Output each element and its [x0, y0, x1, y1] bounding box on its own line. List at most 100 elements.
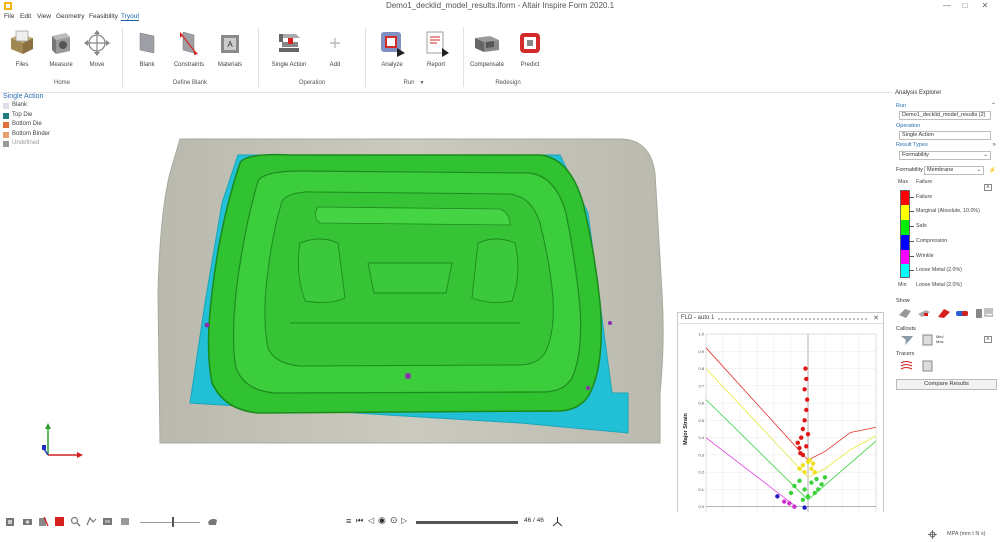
- animation-settings-icon[interactable]: [552, 516, 563, 527]
- ribbon: Files Measure Move Blank Constraints A M…: [0, 23, 1000, 93]
- callouts-label: Callouts: [896, 326, 916, 332]
- legend-options-icon[interactable]: ≡: [984, 184, 992, 191]
- show-blank-icon[interactable]: [976, 309, 982, 318]
- fld-strain-point: [822, 475, 828, 480]
- maximize-button[interactable]: □: [958, 1, 972, 10]
- run-field[interactable]: Demo1_decklid_model_results (2): [899, 111, 991, 120]
- ribbon-separator: [463, 27, 464, 87]
- materials-icon: A: [221, 35, 239, 53]
- show-part-icon[interactable]: [899, 309, 911, 318]
- menu-geometry[interactable]: Geometry: [56, 13, 85, 20]
- run-dropdown-icon[interactable]: ▼: [418, 80, 426, 86]
- svg-text:A: A: [227, 40, 233, 49]
- move-label: Move: [89, 62, 105, 68]
- part-pocket-left: [297, 238, 346, 303]
- measure-tool-icon[interactable]: [102, 516, 113, 527]
- legend-max-label: Max: [898, 179, 909, 185]
- minimize-button[interactable]: —: [940, 1, 954, 10]
- fld-strain-point: [805, 494, 811, 499]
- zoom-icon[interactable]: [70, 516, 81, 527]
- part-legend-item[interactable]: Bottom Die: [3, 121, 50, 131]
- menu-feasibility[interactable]: Feasibility: [89, 13, 118, 20]
- step-back-icon[interactable]: ◁: [368, 516, 374, 525]
- fld-y-tick-label: 0.0: [698, 504, 704, 509]
- skip-start-icon[interactable]: ⏮: [356, 516, 363, 526]
- fld-header[interactable]: FLD - auto 1 ✕: [678, 313, 883, 324]
- files-button[interactable]: Files: [0, 28, 44, 68]
- callout-minmax-icon[interactable]: [922, 334, 934, 346]
- section-cut-icon[interactable]: [38, 516, 49, 527]
- select-icon[interactable]: [86, 516, 97, 527]
- fld-y-tick-label: 0.9: [698, 349, 704, 354]
- predict-button[interactable]: Predict: [508, 28, 552, 68]
- viewport[interactable]: Single Action Blank Top Die Bottom Die B…: [0, 93, 892, 542]
- menu-view[interactable]: View: [37, 13, 51, 20]
- tracer-page-icon[interactable]: [922, 360, 934, 372]
- render-mode-icon[interactable]: [207, 516, 218, 527]
- callout-icon[interactable]: [900, 334, 920, 346]
- playlist-menu-icon[interactable]: ≡: [346, 516, 351, 526]
- close-button[interactable]: ✕: [978, 1, 992, 10]
- record-icon[interactable]: [54, 516, 65, 527]
- fld-strain-point: [810, 461, 816, 466]
- menu-file[interactable]: File: [4, 13, 14, 20]
- analyze-button[interactable]: Analyze: [370, 28, 414, 68]
- compensate-button[interactable]: Compensate: [465, 28, 509, 68]
- part-rib: [315, 206, 511, 226]
- result-types-collapse-icon[interactable]: »: [993, 142, 996, 148]
- run-expand-icon[interactable]: ⌃: [991, 102, 996, 109]
- formability-select[interactable]: Membrane ⌄: [924, 166, 984, 175]
- pin-icon[interactable]: ⚡: [989, 167, 996, 174]
- tracers-label: Tracers: [896, 351, 915, 357]
- show-die-icon[interactable]: [918, 310, 930, 317]
- single-action-button[interactable]: Single Action: [267, 28, 311, 68]
- play-icon[interactable]: ⊙: [390, 515, 398, 526]
- report-button[interactable]: Report: [414, 28, 458, 68]
- units-status[interactable]: MPA (mm t N s): [947, 531, 985, 537]
- menu-edit[interactable]: Edit: [20, 13, 31, 20]
- tracer-icon[interactable]: [900, 360, 914, 372]
- show-punch-icon[interactable]: [938, 309, 950, 318]
- snap-icon[interactable]: [928, 530, 937, 539]
- grid-icon[interactable]: [120, 516, 131, 527]
- menu-tryout[interactable]: Tryout: [121, 13, 140, 21]
- compare-results-button[interactable]: Compare Results: [896, 379, 997, 390]
- callouts-options-icon[interactable]: ≡: [984, 336, 992, 343]
- fld-strain-point: [804, 376, 809, 382]
- fld-strain-point: [802, 469, 807, 475]
- fld-strain-point: [797, 445, 802, 451]
- fld-strain-point: [797, 466, 802, 471]
- part-legend-item[interactable]: Bottom Binder: [3, 131, 50, 141]
- add-button[interactable]: Add: [313, 28, 357, 68]
- part-legend-label: Top Die: [12, 111, 33, 118]
- part-legend-item[interactable]: Undefined: [3, 140, 50, 150]
- fld-panel[interactable]: FLD - auto 1 ✕ -0.6-0.5-0.4-0.3-0.2-0.10…: [677, 312, 884, 542]
- camera-icon[interactable]: [22, 516, 33, 527]
- stop-icon[interactable]: ◉: [378, 515, 386, 526]
- part-legend-item[interactable]: Blank: [3, 102, 50, 112]
- result-types-select[interactable]: Formability ⌄: [899, 151, 991, 160]
- fld-strain-point: [802, 505, 807, 510]
- fld-strain-point: [805, 431, 811, 437]
- constraints-icon: [180, 31, 198, 55]
- show-options-icon[interactable]: [984, 308, 993, 317]
- fld-close-button[interactable]: ✕: [873, 314, 879, 322]
- fld-strain-point: [787, 501, 792, 506]
- step-forward-icon[interactable]: ▷: [401, 516, 407, 525]
- part-legend-item[interactable]: Top Die: [3, 112, 50, 122]
- fld-strain-point: [819, 482, 824, 487]
- show-binder-icon[interactable]: [956, 311, 968, 316]
- blank-button[interactable]: Blank: [125, 28, 169, 68]
- transparency-slider-handle[interactable]: [172, 517, 174, 527]
- constraints-button[interactable]: Constraints: [167, 28, 211, 68]
- operation-field[interactable]: Single Action: [899, 131, 991, 140]
- view-cube-icon[interactable]: [5, 516, 16, 527]
- transparency-slider[interactable]: [140, 522, 200, 523]
- run-label: Run: [896, 103, 907, 109]
- fld-y-tick-label: 0.8: [698, 366, 704, 371]
- fld-strain-point: [814, 476, 819, 482]
- materials-button[interactable]: A Materials: [208, 28, 252, 68]
- fld-drag-handle[interactable]: [718, 318, 867, 320]
- move-button[interactable]: Move: [75, 28, 119, 68]
- timeline-slider[interactable]: [416, 521, 518, 524]
